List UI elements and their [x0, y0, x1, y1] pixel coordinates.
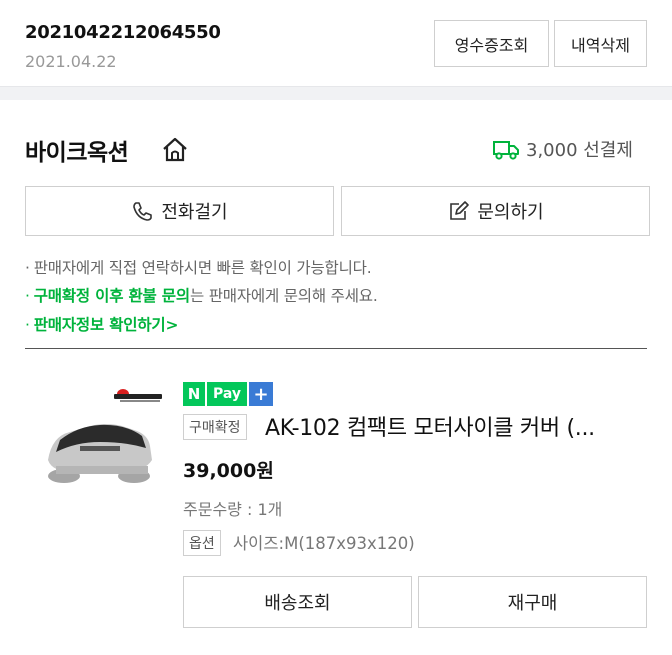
- product-name[interactable]: AK-102 컴팩트 모터사이클 커버 (...: [265, 410, 595, 442]
- receipt-button[interactable]: 영수증조회: [434, 20, 549, 67]
- inquiry-button-label: 문의하기: [477, 202, 544, 223]
- option-tag: 옵션: [183, 530, 221, 556]
- delete-history-button[interactable]: 내역삭제: [554, 20, 647, 67]
- divider: [25, 348, 647, 349]
- store-home-icon[interactable]: [160, 134, 190, 164]
- truck-icon: [493, 141, 519, 160]
- shipping-fee: 3,000 선결제: [526, 140, 633, 161]
- chevron-right-icon: >: [165, 316, 179, 334]
- inquiry-button[interactable]: 문의하기: [341, 186, 650, 236]
- order-quantity: 주문수량 : 1개: [183, 500, 283, 519]
- npay-n-icon: N: [183, 382, 207, 406]
- section-separator: [0, 86, 672, 100]
- option-value: 사이즈:M(187x93x120): [233, 534, 415, 553]
- track-delivery-button[interactable]: 배송조회: [183, 576, 412, 628]
- plus-icon: +: [249, 382, 274, 406]
- call-button-label: 전화걸기: [161, 202, 228, 223]
- call-button[interactable]: 전화걸기: [25, 186, 334, 236]
- purchase-confirmed-tag: 구매확정: [183, 414, 247, 440]
- edit-icon: [450, 201, 470, 220]
- refund-inquiry-highlight: 구매확정 이후 환불 문의: [33, 287, 190, 305]
- product-thumbnail[interactable]: [30, 380, 170, 500]
- npay-pay-label: Pay: [207, 382, 248, 406]
- naver-pay-badge: N Pay +: [183, 382, 274, 406]
- product-price: 39,000원: [183, 460, 274, 482]
- notice-contact: · 판매자에게 직접 연락하시면 빠른 확인이 가능합니다.: [25, 259, 372, 277]
- notice-refund: · 구매확정 이후 환불 문의는 판매자에게 문의해 주세요.: [25, 287, 378, 305]
- rebuy-button[interactable]: 재구매: [418, 576, 647, 628]
- seller-info-link[interactable]: · 판매자정보 확인하기>: [25, 313, 178, 335]
- order-number: 2021042212064550: [25, 22, 221, 43]
- seller-name[interactable]: 바이크옥션: [25, 133, 129, 167]
- order-date: 2021.04.22: [25, 52, 117, 71]
- phone-icon: [133, 202, 153, 221]
